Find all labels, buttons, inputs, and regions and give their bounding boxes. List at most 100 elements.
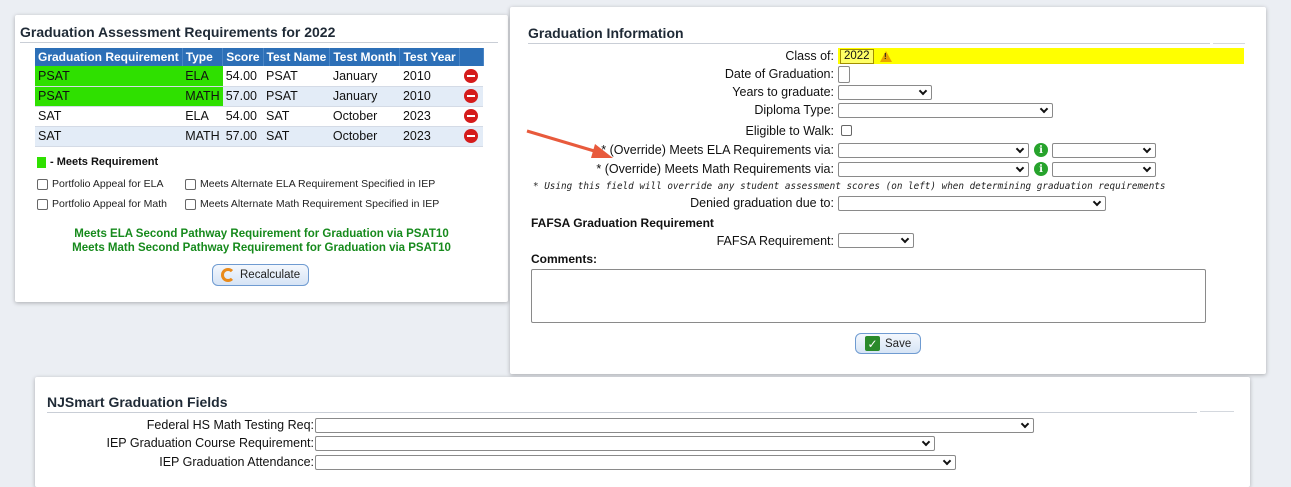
portfolio-ela-option: Portfolio Appeal for ELA [37,178,164,190]
cell-score: 54.00 [222,106,264,127]
chevron-down-icon [1092,197,1102,207]
iep-attendance-select[interactable] [315,455,956,470]
refresh-icon [221,268,235,282]
cell-score: 57.00 [222,126,264,147]
col-test-year: Test Year [399,48,460,66]
fafsa-heading: FAFSA Graduation Requirement [531,216,714,230]
iep-course-select[interactable] [315,436,935,451]
delete-icon[interactable] [464,129,479,144]
save-button[interactable]: ✓ Save [855,333,922,354]
portfolio-math-option: Portfolio Appeal for Math [37,198,167,210]
chevron-down-icon [918,86,928,96]
cell-month: October [329,106,400,127]
chevron-down-icon [900,234,910,244]
alt-math-label: Meets Alternate Math Requirement Specifi… [200,198,440,210]
cell-delete [459,66,484,87]
date-field[interactable] [838,66,850,83]
denied-select[interactable] [838,196,1106,211]
table-row: PSAT MATH 57.00 PSAT January 2010 [35,86,484,107]
arrow-line [526,129,602,155]
delete-icon[interactable] [464,89,479,104]
math-override-select-2[interactable] [1052,162,1156,177]
cell-requirement: PSAT [35,86,183,107]
portfolio-math-checkbox[interactable] [37,198,48,210]
diploma-label: Diploma Type: [754,103,834,117]
check-icon: ✓ [865,336,880,351]
recalculate-button[interactable]: Recalculate [212,264,310,286]
cell-year: 2023 [399,126,460,147]
info-icon[interactable]: i [1034,143,1048,157]
info-icon[interactable]: i [1034,162,1048,176]
class-of-value: 2022 [840,49,874,64]
col-type: Type [182,48,224,66]
cell-delete [459,126,484,147]
eligible-checkbox[interactable] [841,125,852,136]
chevron-down-icon [921,437,931,447]
col-test-month: Test Month [329,48,401,66]
col-test-name: Test Name [263,48,331,66]
date-label: Date of Graduation: [724,67,834,81]
chevron-down-icon [1020,419,1030,429]
federal-label: Federal HS Math Testing Req: [146,418,314,432]
cell-type: ELA [182,66,223,87]
years-select[interactable] [838,85,932,100]
cell-score: 54.00 [222,66,264,87]
title-rule [1213,43,1245,44]
cell-requirement: SAT [35,126,183,147]
pathway-ela-text: Meets ELA Second Pathway Requirement for… [74,228,449,240]
denied-label: Denied graduation due to: [690,196,834,210]
cell-test-name: SAT [263,126,330,147]
ela-override-select-2[interactable] [1052,143,1156,158]
cell-month: October [329,126,400,147]
save-label: Save [885,337,912,350]
alt-ela-label: Meets Alternate ELA Requirement Specifie… [200,178,436,190]
assessment-panel: Graduation Assessment Requirements for 2… [15,15,508,302]
chevron-down-icon [942,456,952,466]
portfolio-math-label: Portfolio Appeal for Math [52,198,167,210]
col-score: Score [222,48,264,66]
alt-math-option: Meets Alternate Math Requirement Specifi… [185,198,439,210]
pathway-math-text: Meets Math Second Pathway Requirement fo… [72,242,451,254]
cell-delete [459,106,484,127]
chevron-down-icon [1039,104,1049,114]
meets-legend: - Meets Requirement [37,156,158,168]
legend-swatch [37,156,46,168]
table-row: PSAT ELA 54.00 PSAT January 2010 [35,66,484,87]
cell-delete [459,86,484,107]
math-override-select[interactable] [838,162,1029,177]
chevron-down-icon [1015,144,1025,154]
njsmart-title: NJSmart Graduation Fields [47,394,1197,413]
portfolio-ela-checkbox[interactable] [37,178,48,190]
cell-type: ELA [182,106,223,127]
ela-override-select[interactable] [838,143,1029,158]
cell-test-name: SAT [263,106,330,127]
diploma-select[interactable] [838,103,1053,118]
comments-label: Comments: [531,252,598,266]
cell-test-name: PSAT [263,86,330,107]
cell-month: January [329,66,400,87]
class-highlight [838,48,1244,64]
math-override-label: * (Override) Meets Math Requirements via… [596,162,834,176]
title-rule [1200,411,1234,412]
table-row: SAT MATH 57.00 SAT October 2023 [35,126,484,147]
delete-icon[interactable] [464,109,479,124]
chevron-down-icon [1015,163,1025,173]
cell-type: MATH [182,126,223,147]
assessment-title: Graduation Assessment Requirements for 2… [20,24,498,43]
delete-icon[interactable] [464,69,479,84]
table-header-row: Graduation Requirement Type Score Test N… [35,48,484,66]
cell-month: January [329,86,400,107]
override-note: * Using this field will override any stu… [533,181,1166,192]
assessment-table: Graduation Requirement Type Score Test N… [35,48,484,147]
comments-textarea[interactable] [531,269,1206,323]
cell-year: 2023 [399,106,460,127]
fafsa-select[interactable] [838,233,914,248]
alt-ela-checkbox[interactable] [185,178,196,190]
col-graduation-requirement: Graduation Requirement [35,48,183,66]
alt-math-checkbox[interactable] [185,198,196,210]
table-row: SAT ELA 54.00 SAT October 2023 [35,106,484,127]
eligible-label: Eligible to Walk: [745,124,834,138]
federal-select[interactable] [315,418,1034,433]
graduation-title: Graduation Information [528,25,1210,44]
legend-label: - Meets Requirement [50,156,159,168]
